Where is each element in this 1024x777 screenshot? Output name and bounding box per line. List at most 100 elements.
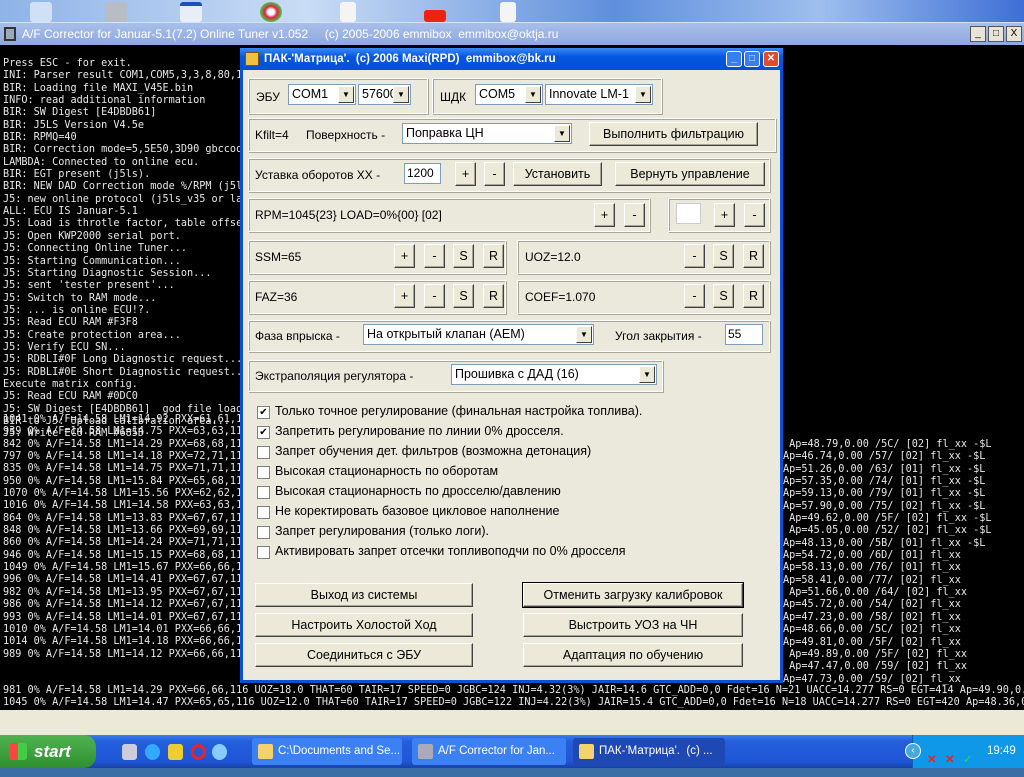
tray-app-icon[interactable]: ✓ [963,744,973,777]
faz-plus-button[interactable]: + [394,284,415,308]
option-checkbox[interactable]: ✔ [257,406,270,419]
coef-reset-button[interactable]: R [743,284,764,308]
console-line: 1045 0% A/F=14.58 LM1=14.47 PXX=65,65,11… [3,697,1024,709]
desktop-icon-cd[interactable] [260,2,282,22]
console-line: Ap=54.72,0.00 /6D/ [01] fl_xx [783,550,961,562]
task-explorer[interactable]: C:\Documents and Se... [252,738,402,765]
task-matrix[interactable]: ПАК-'Матрица'. (c) ... [573,738,725,765]
run-filter-button[interactable]: Выполнить фильтрацию [589,122,758,146]
surface-label: Поверхность - [306,128,386,142]
option-checkbox[interactable] [257,446,270,459]
ssm-minus-button[interactable]: - [424,244,445,268]
aux-input[interactable] [676,203,701,224]
console-line: Ap=48.66,0.00 /5C/ [02] fl_xx [783,624,961,636]
exit-system-button[interactable]: Выход из системы [255,583,473,607]
opera-icon[interactable] [191,744,206,760]
quicklaunch-app-icon[interactable] [212,744,227,760]
tray-expand-icon[interactable]: ‹ [905,743,921,759]
ssm-save-button[interactable]: S [453,244,474,268]
console-title-bar[interactable]: A/F Corrector for Januar-5.1(7.2) Online… [0,22,1024,45]
desktop-icon-folder[interactable] [30,2,52,22]
idle-rpm-input[interactable]: 1200 [404,163,441,184]
faz-value: FAZ=36 [255,290,298,304]
option-checkbox[interactable] [257,506,270,519]
desktop [0,0,1024,22]
idle-minus-button[interactable]: - [484,162,505,186]
desktop-icon-window[interactable] [180,2,202,22]
option-checkbox[interactable] [257,486,270,499]
surface-select[interactable]: Поправка ЦН ▼ [402,123,572,144]
option-checkbox-label[interactable]: Высокая стационарность по оборотам [275,464,498,478]
extrapolation-select[interactable]: Прошивка с ДАД (16) ▼ [451,364,657,385]
dialog-title-bar[interactable]: ПАК-'Матрица'. (c) 2006 Maxi(RPD) emmibo… [240,48,783,70]
idle-plus-button[interactable]: + [455,162,476,186]
uoz-reset-button[interactable]: R [743,244,764,268]
return-control-button[interactable]: Вернуть управление [615,162,765,186]
network-disconnected-icon[interactable]: ✕ [927,744,937,777]
uoz-align-button[interactable]: Выстроить УОЗ на ЧН [523,613,743,637]
rpm-minus-button[interactable]: - [624,203,645,227]
cancel-calibration-load-button[interactable]: Отменить загрузку калибровок [522,582,744,608]
connect-ecu-button[interactable]: Соединиться с ЭБУ [255,643,473,667]
option-checkbox-label[interactable]: Запрет обучения дет. фильтров (возможна … [275,444,591,458]
option-checkbox-label[interactable]: Активировать запрет отсечки топливоподчи… [275,544,625,558]
maximize-button[interactable]: □ [988,26,1004,42]
ecu-port-select[interactable]: COM1 ▼ [288,84,356,105]
network-disconnected-icon[interactable]: ✕ [945,744,955,777]
kfilt-value: Kfilt=4 [255,128,289,142]
task-af-corrector[interactable]: A/F Corrector for Jan... [412,738,566,765]
chevron-down-icon: ▼ [554,125,570,142]
option-checkbox-label[interactable]: Запретить регулирование по линии 0% дрос… [275,424,564,438]
faz-reset-button[interactable]: R [483,284,504,308]
maximize-button[interactable]: □ [744,51,760,67]
wideband-device-select[interactable]: Innovate LM-1 ▼ [545,84,653,105]
ecu-baud-select[interactable]: 57600 ▼ [358,84,411,105]
option-checkbox-label[interactable]: Высокая стационарность по дросселю/давле… [275,484,561,498]
minimize-button[interactable]: _ [726,51,742,67]
console-line: Ap=58.13,0.00 /76/ [01] fl_xx [783,562,961,574]
console-data-right: Ap=48.79,0.00 /5C/ [02] fl_xx -$L Ap=46.7… [783,439,992,686]
uoz-save-button[interactable]: S [713,244,734,268]
quicklaunch-app-icon[interactable] [168,744,183,760]
faz-minus-button[interactable]: - [424,284,445,308]
minimize-button[interactable]: _ [970,26,986,42]
idle-setup-button[interactable]: Настроить Холостой Ход [255,613,473,637]
system-tray: ‹ ✕ ✕ ✓ 19:49 [905,735,1024,768]
desktop-icon-notepad[interactable] [340,2,356,22]
set-button[interactable]: Установить [513,162,602,186]
option-checkbox-label[interactable]: Только точное регулирование (финальная н… [275,404,642,418]
coef-save-button[interactable]: S [713,284,734,308]
option-checkbox[interactable] [257,466,270,479]
option-checkbox-label[interactable]: Не коректировать базовое цикловое наполн… [275,504,559,518]
chevron-down-icon: ▼ [338,86,354,103]
clock: 19:49 [987,745,1016,757]
aux-plus-button[interactable]: + [714,203,735,227]
option-checkbox[interactable] [257,526,270,539]
console-line: Ap=57.35,0.00 /74/ [01] fl_xx -$L [783,476,986,488]
faz-save-button[interactable]: S [453,284,474,308]
uoz-minus-button[interactable]: - [684,244,705,268]
closing-angle-input[interactable]: 55 [725,324,763,345]
ecu-port-value: COM1 [292,87,329,101]
option-checkbox-label[interactable]: Запрет регулирования (только логи). [275,524,489,538]
show-desktop-icon[interactable] [122,744,137,760]
ecu-baud-value: 57600 [362,87,397,101]
rpm-plus-button[interactable]: + [594,203,615,227]
wideband-port-select[interactable]: COM5 ▼ [475,84,543,105]
start-button[interactable]: start [0,735,96,768]
adaptation-button[interactable]: Адаптация по обучению [523,643,743,667]
injection-phase-select[interactable]: На открытый клапан (АЕМ) ▼ [363,324,594,345]
chevron-down-icon: ▼ [639,366,655,383]
close-button[interactable]: X [1006,26,1022,42]
desktop-icon-recycle[interactable] [105,2,127,22]
ssm-plus-button[interactable]: + [394,244,415,268]
option-checkbox[interactable]: ✔ [257,426,270,439]
internet-explorer-icon[interactable] [145,744,160,760]
coef-minus-button[interactable]: - [684,284,705,308]
close-button[interactable]: ✕ [763,51,779,67]
option-checkbox[interactable] [257,546,270,559]
aux-minus-button[interactable]: - [744,203,765,227]
desktop-icon-aem[interactable] [424,10,446,22]
desktop-icon-notepad[interactable] [500,2,516,22]
ssm-reset-button[interactable]: R [483,244,504,268]
